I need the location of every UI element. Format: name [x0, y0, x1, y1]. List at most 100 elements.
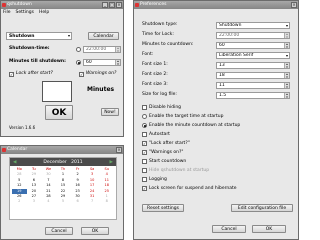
shutdown-time-field[interactable]: 22:00:00 ▴ ▾: [83, 46, 121, 53]
prev-month-icon[interactable]: ◀: [13, 160, 16, 165]
calendar-day[interactable]: 2: [12, 199, 27, 204]
settings-cancel-button[interactable]: Cancel: [212, 225, 246, 233]
ok-button[interactable]: OK: [45, 105, 73, 120]
next-month-icon[interactable]: ▶: [110, 160, 113, 165]
edit-config-button[interactable]: Edit configuration file: [231, 204, 293, 212]
reset-settings-button[interactable]: Reset settings: [142, 204, 184, 212]
settings-ok-button[interactable]: OK: [252, 225, 286, 233]
option-checkbox[interactable]: ✓: [142, 141, 147, 146]
settings-option[interactable]: Hide qshutdown at startup: [142, 167, 209, 174]
spinner[interactable]: ▴ ▾: [284, 93, 289, 98]
settings-row-label: Font size 2:: [142, 72, 168, 77]
option-label: "Warnings on?": [149, 150, 184, 155]
option-label: Disable hiding: [149, 105, 182, 110]
option-radio[interactable]: [142, 123, 147, 128]
minimize-icon[interactable]: _: [102, 2, 108, 8]
option-label: Enable the minute countdown at startup: [149, 123, 241, 128]
calendar-window: Calendar × ◀ December 2011 ▶ Mo Tu We Th Fr S…: [0, 145, 124, 240]
option-label: Enable the target time at startup: [149, 114, 224, 119]
settings-option[interactable]: Logging: [142, 176, 167, 183]
now-button[interactable]: Now!: [101, 108, 119, 116]
calendar-cancel-button[interactable]: Cancel: [45, 227, 73, 235]
calendar-ok-button[interactable]: OK: [81, 227, 109, 235]
option-checkbox[interactable]: [142, 168, 147, 173]
menu-settings[interactable]: Settings: [16, 10, 34, 16]
menu-file[interactable]: File: [3, 10, 11, 16]
settings-window: Preferences × Shutdown type: Shutdown ▾ Tim…: [133, 0, 299, 240]
settings-row-field[interactable]: 13 ▴ ▾: [216, 62, 290, 69]
settings-row-value: 1.5: [219, 93, 227, 98]
calendar-widget: ◀ December 2011 ▶ Mo Tu We Th Fr Sa Su 28 29 30 1 2…: [9, 157, 117, 220]
option-label: Logging: [149, 177, 167, 182]
calendar-day[interactable]: 7: [85, 199, 100, 204]
settings-option[interactable]: ✓ "Warnings on?": [142, 149, 183, 156]
settings-row-value: 22:00:00: [219, 33, 240, 38]
minutes-field[interactable]: 60 ▴ ▾: [83, 59, 121, 66]
lock-after-start-checkbox[interactable]: ✓: [9, 72, 14, 77]
spinner[interactable]: ▴ ▾: [284, 33, 289, 38]
settings-row-value: Shutdown: [219, 23, 242, 28]
settings-option[interactable]: Autostart: [142, 131, 170, 138]
calendar-window-titlebar[interactable]: Calendar ×: [1, 146, 123, 154]
main-window-title: qshutdown: [7, 2, 32, 7]
calendar-day[interactable]: 6: [70, 199, 85, 204]
menubar: File Settings Help: [3, 10, 49, 16]
option-label: Start countdown: [149, 159, 187, 164]
close-icon[interactable]: ×: [291, 2, 297, 8]
settings-row-field[interactable]: Shutdown ▾: [216, 22, 290, 29]
option-checkbox[interactable]: [142, 159, 147, 164]
option-checkbox[interactable]: ✓: [142, 186, 147, 191]
settings-option[interactable]: Disable hiding: [142, 104, 181, 111]
time-spinner[interactable]: ▴ ▾: [115, 47, 120, 52]
year-label[interactable]: 2011: [71, 160, 82, 165]
calendar-day[interactable]: 4: [41, 199, 56, 204]
settings-option[interactable]: Enable the target time at startup: [142, 113, 223, 120]
month-label[interactable]: December: [43, 160, 66, 165]
action-select[interactable]: Shutdown ▾: [6, 32, 72, 40]
settings-option[interactable]: Enable the minute countdown at startup: [142, 122, 240, 129]
spinner[interactable]: ▴ ▾: [284, 73, 289, 78]
settings-row-value: 11: [219, 83, 225, 88]
option-checkbox[interactable]: [142, 105, 147, 110]
calendar-day[interactable]: 3: [27, 199, 42, 204]
calendar-window-title: Calendar: [7, 147, 28, 152]
option-checkbox[interactable]: ✓: [142, 150, 147, 155]
action-select-value: Shutdown: [9, 34, 35, 39]
minutes-radio[interactable]: [76, 60, 81, 65]
calendar-day[interactable]: 5: [56, 199, 71, 204]
spinner[interactable]: ▴ ▾: [284, 43, 289, 48]
shutdown-time-radio[interactable]: [76, 47, 81, 52]
settings-row-label: Size for log file:: [142, 92, 177, 97]
warnings-checkbox[interactable]: ✓: [79, 72, 84, 77]
minutes-caption: Minutes: [87, 86, 115, 93]
minutes-value: 60: [86, 60, 92, 65]
settings-window-titlebar[interactable]: Preferences ×: [134, 1, 298, 9]
settings-option[interactable]: ✓ Lock screen for suspend and hibernate: [142, 185, 237, 192]
settings-row-field[interactable]: 11 ▴ ▾: [216, 82, 290, 89]
settings-row-field[interactable]: Liberation Serif ▾: [216, 52, 290, 59]
settings-row-field[interactable]: 1.5 ▴ ▾: [216, 92, 290, 99]
option-radio[interactable]: [142, 114, 147, 119]
settings-row-field[interactable]: 60 ▴ ▾: [216, 42, 290, 49]
spinner[interactable]: ▴ ▾: [284, 63, 289, 68]
menu-help[interactable]: Help: [39, 10, 49, 16]
option-checkbox[interactable]: [142, 177, 147, 182]
settings-row-value: 60: [219, 43, 225, 48]
spinner[interactable]: ▴ ▾: [284, 83, 289, 88]
shutdown-time-label: Shutdown-time:: [9, 46, 50, 51]
option-checkbox[interactable]: [142, 132, 147, 137]
option-label: "Lock after start?": [149, 141, 190, 146]
app-icon: [2, 148, 6, 152]
close-icon[interactable]: ×: [116, 147, 122, 153]
calendar-button[interactable]: Calendar: [88, 32, 119, 40]
calendar-day[interactable]: 8: [99, 199, 114, 204]
settings-option[interactable]: ✓ "Lock after start?": [142, 140, 190, 147]
settings-option[interactable]: Start countdown: [142, 158, 186, 165]
maximize-icon[interactable]: □: [109, 2, 115, 8]
main-window-titlebar[interactable]: qshutdown _ □ ×: [1, 1, 123, 9]
settings-row-field[interactable]: 22:00:00 ▴ ▾: [216, 32, 290, 39]
minutes-spinner[interactable]: ▴ ▾: [115, 60, 120, 65]
version-label: Version 1.6.6: [9, 125, 36, 130]
close-icon[interactable]: ×: [116, 2, 122, 8]
settings-row-field[interactable]: 18 ▴ ▾: [216, 72, 290, 79]
